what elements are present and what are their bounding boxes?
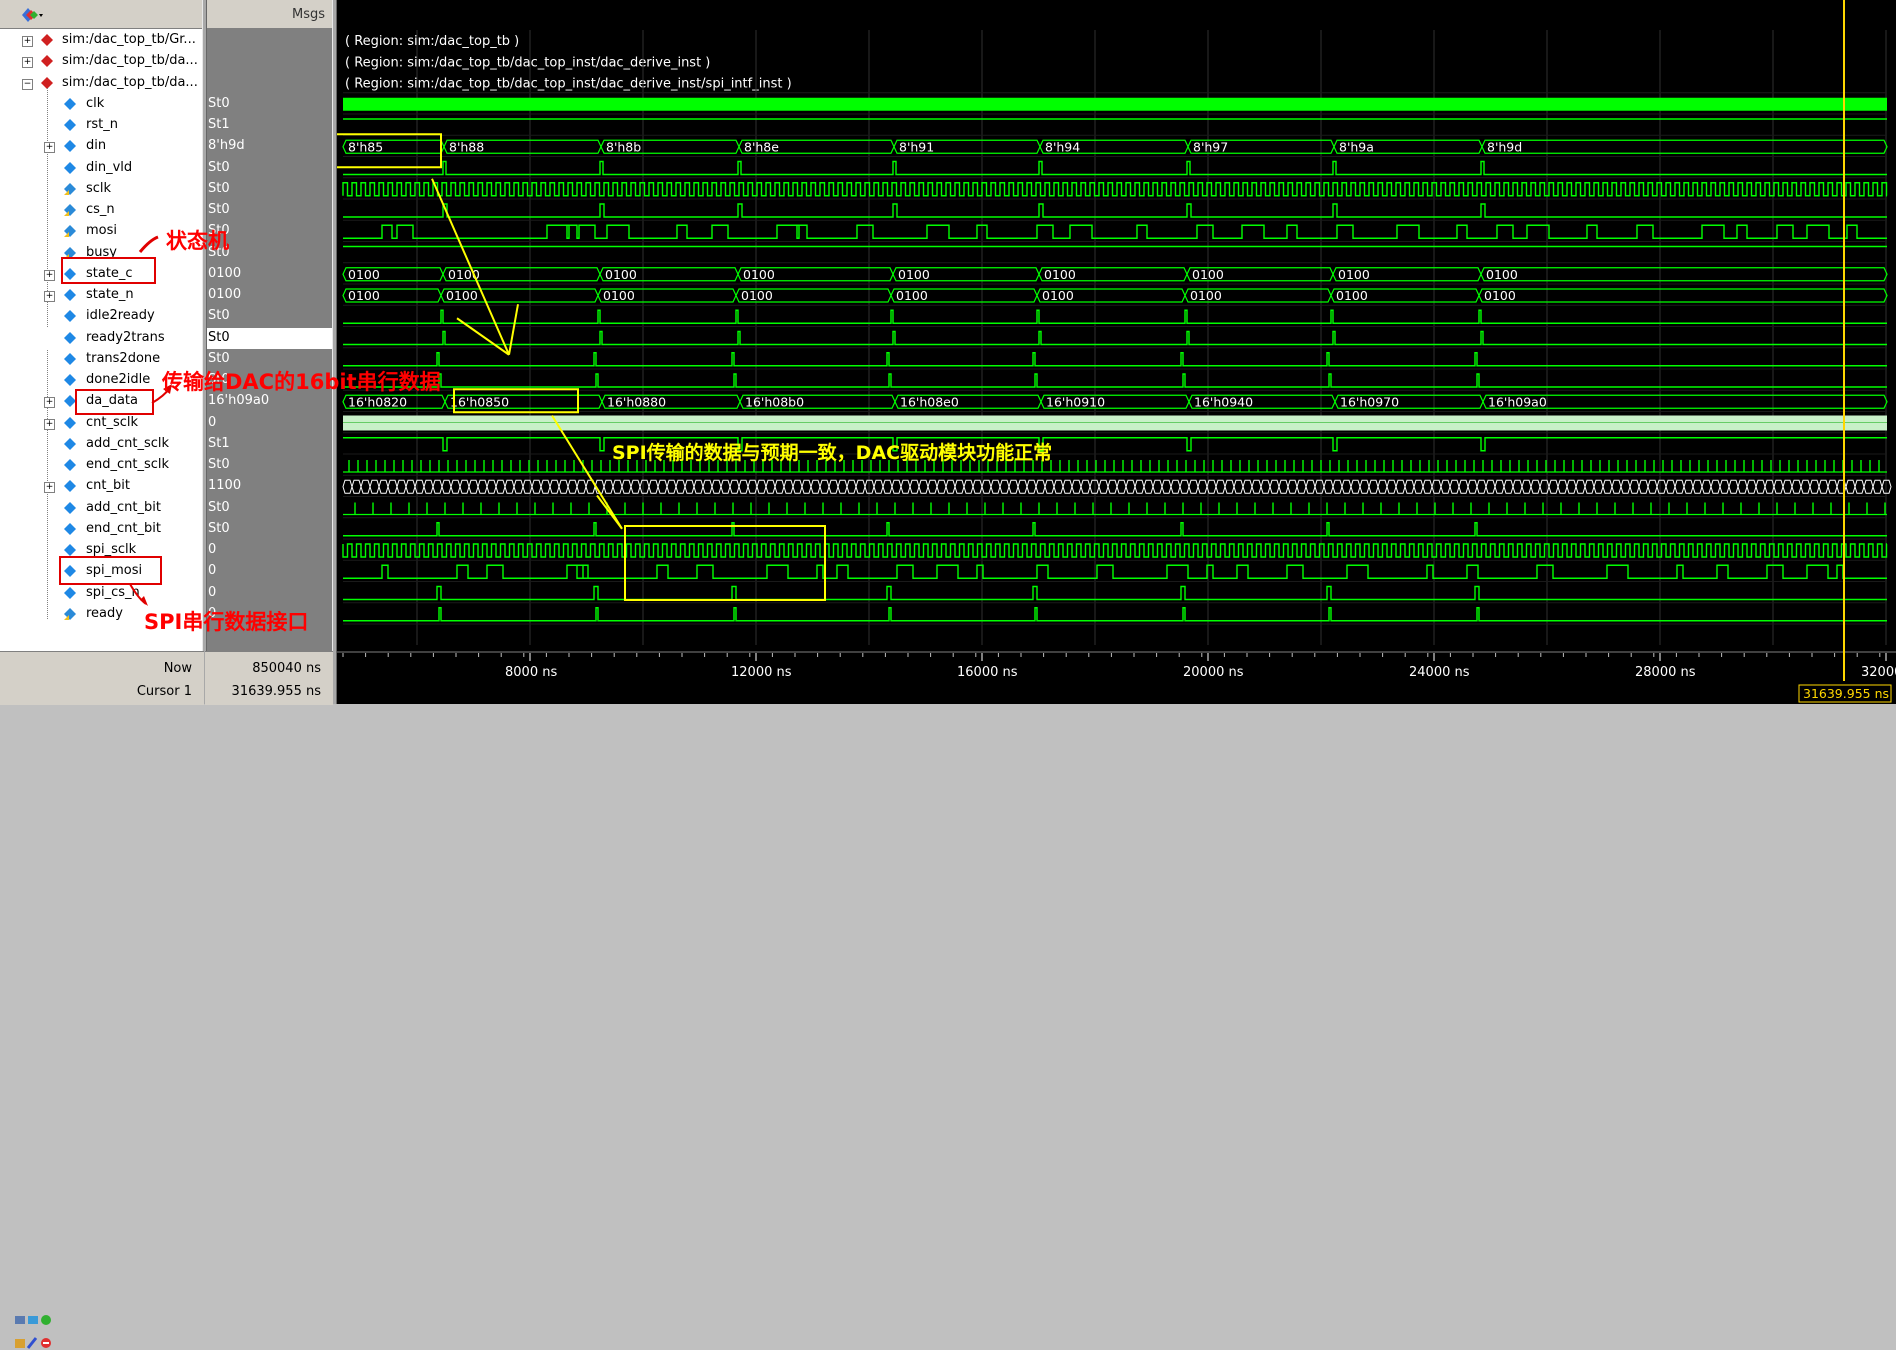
region-text: ( Region: sim:/dac_top_tb/dac_top_inst/d… [345, 55, 710, 70]
state_c-value: 0100 [348, 267, 380, 282]
ruler-tick-label: 24000 ns [1409, 665, 1470, 680]
da_data-value: 16'h0910 [1046, 394, 1105, 409]
din-value: 8'h9a [1339, 139, 1374, 154]
ruler-tick-label: 20000 ns [1183, 665, 1244, 680]
wave-spi_mosi [343, 564, 1887, 579]
cursor-readout: 31639.955 ns [1803, 686, 1889, 701]
wave-ready [343, 607, 1887, 622]
da_data-value: 16'h09a0 [1488, 394, 1547, 409]
spi-annotation: SPI串行数据接口 [144, 610, 309, 634]
din-value: 8'h88 [449, 139, 484, 154]
wave-cs_n [343, 203, 1887, 218]
da_data-value: 16'h0940 [1194, 394, 1253, 409]
ruler-tick-label: 16000 ns [957, 665, 1018, 680]
da_data-value: 16'h0970 [1340, 394, 1399, 409]
red-annotation-overlay [59, 235, 172, 606]
time-ruler: 8000 ns 12000 ns 16000 ns 20000 ns 24000 ns 2… [337, 651, 1896, 704]
region-text: ( Region: sim:/dac_top_tb ) [345, 34, 519, 49]
state_c-value: 0100 [743, 267, 775, 282]
wave-cnt_sclk [343, 415, 1887, 431]
region-text: ( Region: sim:/dac_top_tb/dac_top_inst/d… [345, 77, 792, 92]
wave-done2idle [343, 373, 1887, 388]
da_data-value: 16'h0820 [348, 394, 407, 409]
wave-din: 8'h85 8'h88 8'h8b 8'h8e 8'h91 8'h94 8'h97 8'h9a… [342, 139, 1888, 154]
cursor-icons[interactable] [14, 1336, 56, 1350]
state_c-value: 0100 [1338, 267, 1370, 282]
state_c-value: 0100 [1486, 267, 1518, 282]
wave-din_vld [343, 160, 1887, 176]
state_n-value: 0100 [446, 288, 478, 303]
wave-da_data: 16'h0820 16'h0850 16'h0880 16'h08b0 16'h08e0… [342, 394, 1888, 409]
waveform-pane[interactable]: ( Region: sim:/dac_top_tb ) ( Region: sim… [329, 0, 1896, 704]
state_c-value: 0100 [1044, 267, 1076, 282]
state_n-value: 0100 [1336, 288, 1368, 303]
state_c-value: 0100 [605, 267, 637, 282]
state_n-value: 0100 [348, 288, 380, 303]
wave-sclk [342, 182, 1888, 197]
da-data-annotation: 传输给DAC的16bit串行数据 [162, 370, 441, 394]
wave-clk [343, 97, 1887, 111]
state_n-value: 0100 [741, 288, 773, 303]
state_c-value: 0100 [1192, 267, 1224, 282]
now-icons[interactable] [14, 1313, 56, 1327]
wave-idle2ready [343, 309, 1887, 324]
ruler-tick-label: 32000 ns [1861, 665, 1896, 680]
da_data-value: 16'h08b0 [745, 394, 804, 409]
state_n-value: 0100 [1042, 288, 1074, 303]
da_data-value: 16'h0850 [450, 394, 509, 409]
din-value: 8'h9d [1487, 139, 1522, 154]
ruler-tick-label: 8000 ns [505, 665, 557, 680]
din-value: 8'h8e [744, 139, 779, 154]
state_n-value: 0100 [896, 288, 928, 303]
wave-add_cnt_sclk [343, 437, 1887, 452]
wave-state_c: 0100 0100 0100 0100 0100 0100 0100 0100 0100 [342, 267, 1888, 282]
da_data-value: 16'h0880 [607, 394, 666, 409]
wave-mosi [343, 224, 1887, 239]
din-value: 8'h85 [348, 139, 383, 154]
din-value: 8'h94 [1045, 139, 1080, 154]
conclusion-annotation: SPI传输的数据与预期一致，DAC驱动模块功能正常 [612, 441, 1052, 464]
wave-add_cnt_bit [343, 502, 1887, 516]
state_n-value: 0100 [1190, 288, 1222, 303]
wave-end_cnt_sclk [343, 460, 1887, 473]
wave-ready2trans [343, 330, 1887, 346]
state_n-value: 0100 [603, 288, 635, 303]
wave-end_cnt_bit [343, 522, 1887, 537]
din-value: 8'h8b [606, 139, 641, 154]
wave-spi_sclk [342, 543, 1888, 558]
wave-cnt_bit [342, 479, 1892, 494]
waveform-canvas[interactable]: ( Region: sim:/dac_top_tb ) ( Region: sim… [329, 0, 1896, 704]
wave-state_n: 0100 0100 0100 0100 0100 0100 0100 0100 0100 [342, 288, 1888, 303]
ruler-tick-label: 12000 ns [731, 665, 792, 680]
ruler-tick-label: 28000 ns [1635, 665, 1696, 680]
wave-trans2done [343, 352, 1887, 367]
da_data-value: 16'h08e0 [900, 394, 959, 409]
state_c-value: 0100 [898, 267, 930, 282]
wave-spi_cs_n [343, 585, 1887, 601]
fsm-annotation: 状态机 [166, 229, 229, 253]
din-value: 8'h91 [899, 139, 934, 154]
din-value: 8'h97 [1193, 139, 1228, 154]
state_n-value: 0100 [1484, 288, 1516, 303]
